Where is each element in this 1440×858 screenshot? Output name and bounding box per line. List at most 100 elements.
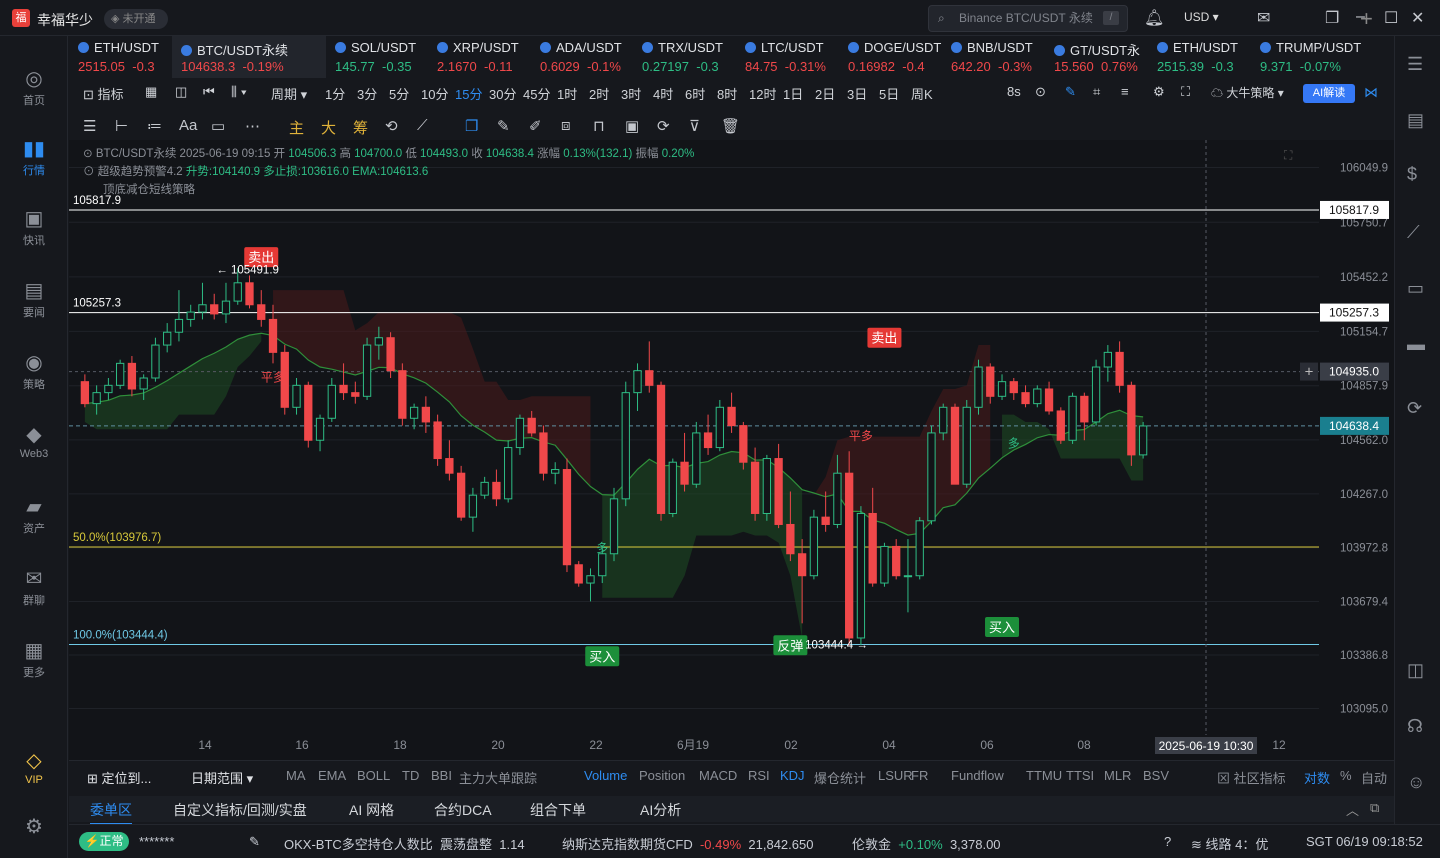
ticker-tab[interactable]: TRX/USDT 0.27197 -0.3	[633, 36, 736, 78]
candle-body[interactable]	[445, 458, 454, 474]
timeframe-option[interactable]: 周K	[911, 84, 933, 103]
collapse-icon[interactable]: ⊙	[83, 148, 96, 160]
timeframe-option[interactable]: 1分	[325, 84, 345, 103]
candle-body[interactable]	[845, 472, 854, 639]
sidebar-item-news[interactable]: ▣ 快讯	[0, 206, 68, 248]
candle-body[interactable]	[915, 520, 924, 577]
candle-body[interactable]	[456, 472, 466, 518]
horizontal-line-icon[interactable]: ⊢	[115, 117, 128, 135]
verify-badge[interactable]: ◈ 未开通	[104, 9, 168, 29]
candle-body[interactable]	[703, 432, 713, 449]
indicator-option[interactable]: TD	[402, 768, 419, 783]
chart-canvas[interactable]: 105817.9 105257.3 50.0%(103976.7) 100.0%(10…	[69, 140, 1394, 760]
candle-body[interactable]	[645, 370, 654, 386]
timeframe-option[interactable]: 12时	[749, 84, 776, 103]
timeframe-option[interactable]: 3时	[621, 84, 641, 103]
candle-body[interactable]	[656, 384, 666, 514]
candle-body[interactable]	[903, 575, 913, 578]
ticker-tab[interactable]: BTC/USDT永续 104638.3 -0.19%	[172, 36, 326, 78]
highlighter-icon[interactable]: ✐	[529, 117, 542, 135]
edit-icon[interactable]: ✎	[249, 834, 260, 850]
candle-body[interactable]	[633, 370, 642, 394]
indicator-option[interactable]: MLR	[1104, 768, 1131, 783]
candle-body[interactable]	[174, 318, 184, 333]
auto-scale-toggle[interactable]: 自动	[1361, 768, 1387, 787]
percent-scale-toggle[interactable]: %	[1340, 768, 1352, 783]
locate-button[interactable]: ⊞ 定位到...	[87, 768, 151, 787]
candle-body[interactable]	[468, 494, 478, 518]
more-tools-icon[interactable]: ⋯	[245, 117, 260, 135]
candle-body[interactable]	[421, 406, 431, 423]
candle-body[interactable]	[880, 545, 889, 584]
ruler-icon[interactable]: ▭	[211, 117, 225, 135]
ticker-tab[interactable]: XRP/USDT 2.1670 -0.11	[428, 36, 531, 78]
replay-icon[interactable]: ⏮	[203, 84, 215, 100]
indicator-option[interactable]: RSI	[748, 768, 770, 783]
candle-body[interactable]	[939, 406, 948, 434]
candle-body[interactable]	[1080, 395, 1089, 423]
maximize-icon[interactable]: ☐	[1384, 8, 1398, 28]
candle-body[interactable]	[1009, 381, 1018, 394]
candle-body[interactable]	[362, 344, 372, 397]
indicator-option[interactable]: MA	[286, 768, 306, 783]
timeframe-option[interactable]: 6时	[685, 84, 705, 103]
menu-icon[interactable]: ☰	[83, 117, 96, 135]
candle-body[interactable]	[527, 417, 536, 434]
indicator-option[interactable]: TTMU	[1026, 768, 1062, 783]
candle-body[interactable]	[950, 406, 960, 485]
indicator-option[interactable]: EMA	[318, 768, 346, 783]
candle-body[interactable]	[750, 461, 760, 514]
monitor-icon[interactable]: ▭	[1407, 278, 1424, 299]
candle-body[interactable]	[868, 512, 877, 584]
sidebar-item-strategy[interactable]: ◉ 策略	[0, 350, 68, 392]
trash-icon[interactable]: 🗑︎	[721, 117, 740, 135]
candle-body[interactable]	[351, 392, 360, 397]
indicator-option[interactable]: Volume	[584, 768, 627, 783]
candle-body[interactable]	[1115, 351, 1124, 386]
price-chart[interactable]: 105817.9 105257.3 50.0%(103976.7) 100.0%(10…	[69, 140, 1394, 760]
ticker-nasdaq[interactable]: 纳斯达克指数期货CFD -0.49% 21,842.650	[562, 834, 813, 853]
indicator-option[interactable]: Fundflow	[951, 768, 1004, 783]
candle-body[interactable]	[715, 406, 724, 449]
timeframe-option[interactable]: 2日	[815, 84, 835, 103]
measure-icon[interactable]: ⧈	[561, 117, 571, 134]
candle-body[interactable]	[974, 366, 983, 408]
bell-icon[interactable]: 🔔︎	[1144, 8, 1164, 28]
timeframe-option[interactable]: 8时	[717, 84, 737, 103]
candle-body[interactable]	[856, 512, 866, 639]
timeframe-option[interactable]: 2时	[589, 84, 609, 103]
main-indicator-button[interactable]: 主	[289, 117, 304, 138]
candle-body[interactable]	[127, 362, 137, 390]
panel-tab[interactable]: AI 网格	[349, 800, 394, 820]
candle-body[interactable]	[268, 318, 278, 353]
candle-body[interactable]	[151, 344, 160, 379]
ticker-tab[interactable]: LTC/USDT 84.75 -0.31%	[736, 36, 839, 78]
candle-body[interactable]	[833, 472, 842, 525]
ticker-tab[interactable]: GT/USDT永 15.560 0.76%	[1045, 36, 1148, 78]
dollar-icon[interactable]: $	[1407, 164, 1417, 185]
expand-chart-icon[interactable]: ⛶	[1284, 148, 1292, 163]
candle-body[interactable]	[598, 553, 607, 577]
share-icon[interactable]: ⋈	[1364, 84, 1378, 101]
rotate-icon[interactable]: ⟳	[657, 117, 670, 135]
mail-icon[interactable]: ✉	[1257, 8, 1270, 28]
camera-icon[interactable]: ⊙	[1035, 84, 1046, 100]
help-icon[interactable]: ?	[1164, 834, 1171, 849]
copy-icon[interactable]: ❐	[465, 117, 478, 135]
candle-body[interactable]	[962, 406, 971, 485]
candle-body[interactable]	[292, 384, 301, 408]
window-popout-icon[interactable]: ❐	[1325, 8, 1339, 28]
date-range-select[interactable]: 日期范围 ▾	[191, 768, 253, 787]
panel-tab[interactable]: 组合下单	[530, 800, 586, 820]
timeframe-option[interactable]: 1时	[557, 84, 577, 103]
ticker-tab[interactable]: ETH/USDT 2515.05 -0.3	[69, 36, 172, 78]
candle-body[interactable]	[163, 331, 172, 346]
candle-body[interactable]	[609, 498, 619, 555]
search-input[interactable]: ⌕ Binance BTC/USDT 永续 /	[928, 5, 1128, 32]
timeframe-option[interactable]: 3日	[847, 84, 867, 103]
card-icon[interactable]: ▬	[1407, 334, 1425, 355]
candle-body[interactable]	[398, 370, 407, 419]
candle-body[interactable]	[997, 381, 1007, 397]
candle-body[interactable]	[257, 304, 266, 320]
candle-body[interactable]	[1033, 388, 1042, 405]
